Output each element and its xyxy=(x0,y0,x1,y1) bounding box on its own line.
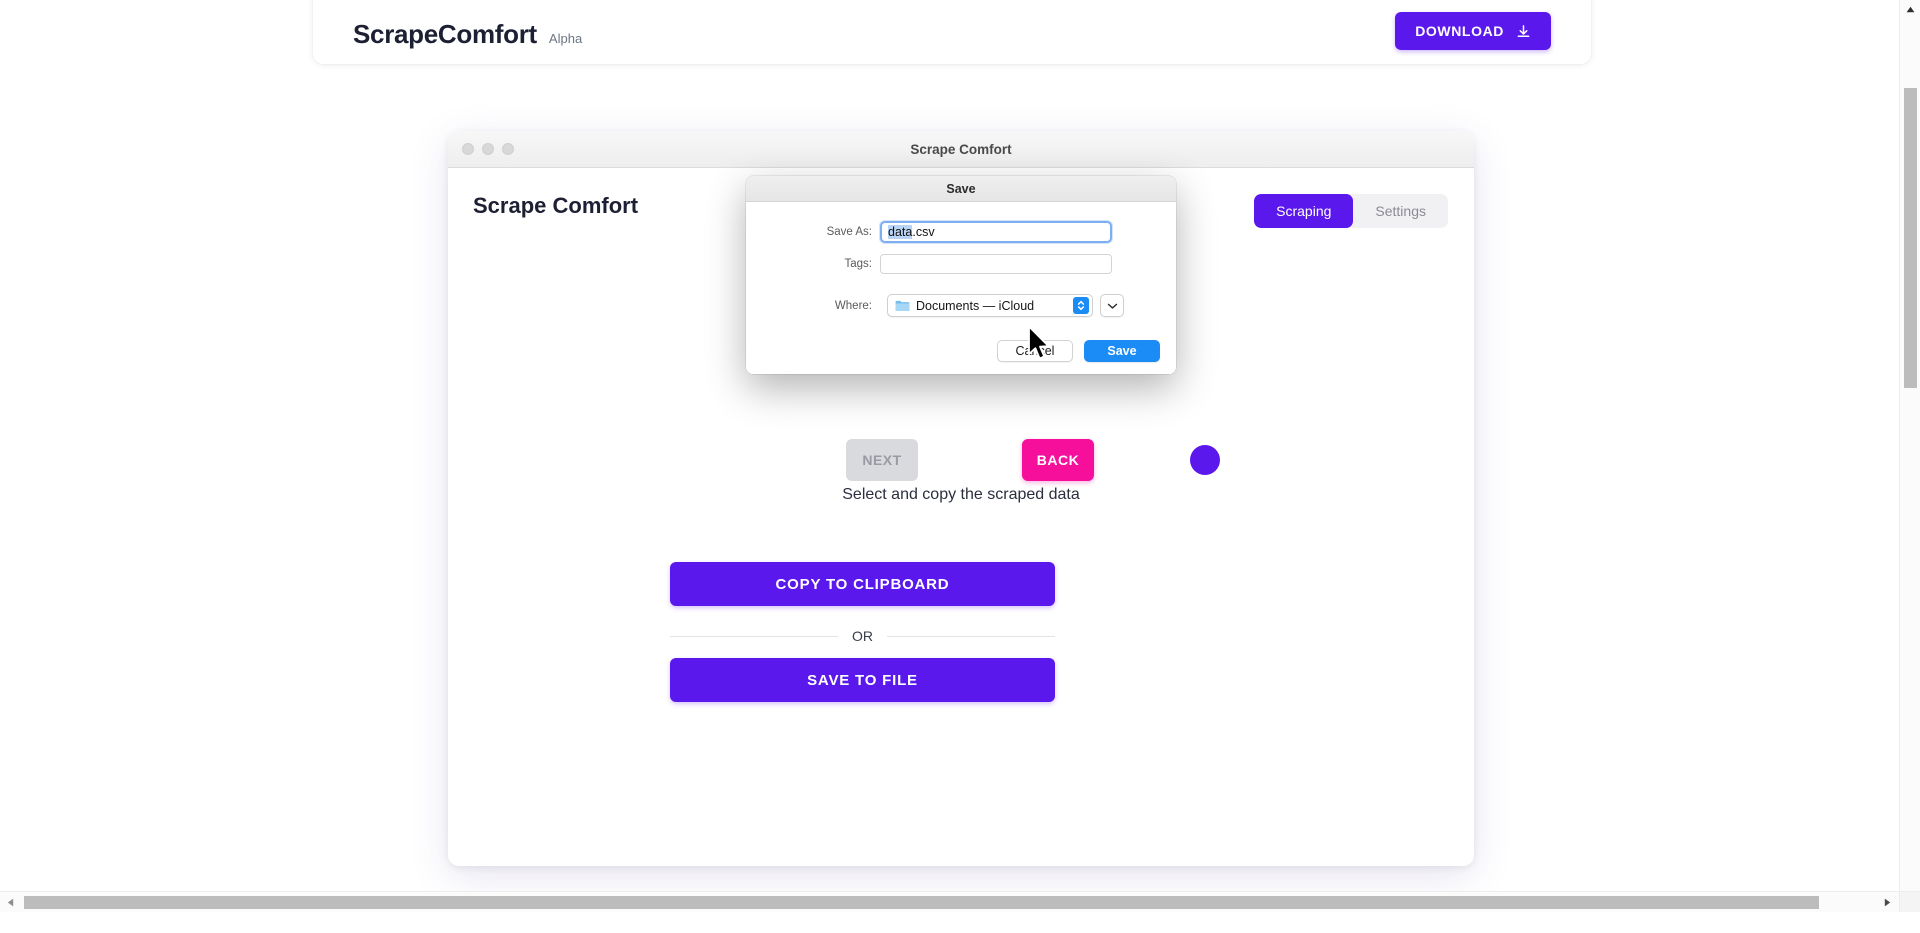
save-dialog: Save Save As: data .csv Tags: Where: Doc… xyxy=(746,176,1176,374)
divider-line-right xyxy=(887,635,1055,637)
save-as-extension-text: .csv xyxy=(912,225,935,239)
site-header: ScrapeComfort Alpha DOWNLOAD xyxy=(313,0,1591,64)
app-window-title: Scrape Comfort xyxy=(910,141,1012,157)
where-row: Where: Documents — iCloud xyxy=(812,294,1124,317)
triangle-up-icon[interactable] xyxy=(1900,0,1920,19)
tab-scraping[interactable]: Scraping xyxy=(1254,194,1354,228)
copy-to-clipboard-button[interactable]: COPY TO CLIPBOARD xyxy=(670,562,1055,606)
save-as-label: Save As: xyxy=(826,226,872,238)
save-dialog-actions: Cancel Save xyxy=(997,340,1160,362)
scrollbar-corner xyxy=(1899,891,1920,912)
step-caption: Select and copy the scraped data xyxy=(842,486,1080,503)
save-dialog-titlebar: Save xyxy=(746,176,1176,202)
tags-label: Tags: xyxy=(844,258,873,270)
horizontal-scrollbar[interactable] xyxy=(0,891,1920,912)
brand-name: ScrapeComfort xyxy=(353,19,537,49)
horizontal-scrollbar-thumb[interactable] xyxy=(24,896,1819,909)
triangle-right-icon[interactable] xyxy=(1875,892,1899,912)
vertical-scrollbar[interactable] xyxy=(1899,0,1920,912)
save-as-input[interactable]: data .csv xyxy=(880,221,1112,243)
save-to-file-button[interactable]: SAVE TO FILE xyxy=(670,658,1055,702)
save-as-selected-text: data xyxy=(888,225,913,239)
tab-switcher: Scraping Settings xyxy=(1254,194,1448,228)
next-button[interactable]: NEXT xyxy=(846,439,918,481)
triangle-left-icon[interactable] xyxy=(0,892,21,912)
where-expand-button[interactable] xyxy=(1100,294,1124,317)
or-divider: OR xyxy=(670,628,1055,644)
tags-input[interactable] xyxy=(880,254,1112,274)
back-button[interactable]: BACK xyxy=(1022,439,1094,481)
brand-alpha-tag: Alpha xyxy=(548,31,583,46)
tags-row: Tags: xyxy=(812,254,1112,274)
folder-icon xyxy=(895,299,910,312)
brand: ScrapeComfort Alpha xyxy=(353,19,582,50)
app-titlebar: Scrape Comfort xyxy=(448,131,1474,168)
download-button-label: DOWNLOAD xyxy=(1415,23,1504,39)
download-button[interactable]: DOWNLOAD xyxy=(1395,12,1551,50)
vertical-scrollbar-thumb[interactable] xyxy=(1904,88,1917,388)
page-title: Scrape Comfort xyxy=(473,193,639,218)
download-icon xyxy=(1516,24,1531,39)
save-dialog-body: Save As: data .csv Tags: Where: Document… xyxy=(746,202,1176,374)
or-label: OR xyxy=(852,628,873,644)
tab-settings[interactable]: Settings xyxy=(1353,194,1448,228)
where-select[interactable]: Documents — iCloud xyxy=(887,294,1093,317)
save-dialog-title: Save xyxy=(946,181,976,196)
where-label: Where: xyxy=(834,299,872,312)
divider-line-left xyxy=(670,635,838,637)
up-down-chevron-icon[interactable] xyxy=(1073,297,1089,314)
save-as-row: Save As: data .csv xyxy=(812,221,1112,243)
browser-viewport: ScrapeComfort Alpha DOWNLOAD Scrape Comf… xyxy=(0,0,1920,912)
step-dot-1 xyxy=(1190,445,1220,475)
where-value: Documents — iCloud xyxy=(916,298,1035,313)
save-button[interactable]: Save xyxy=(1084,340,1160,362)
cancel-button[interactable]: Cancel xyxy=(997,340,1073,362)
